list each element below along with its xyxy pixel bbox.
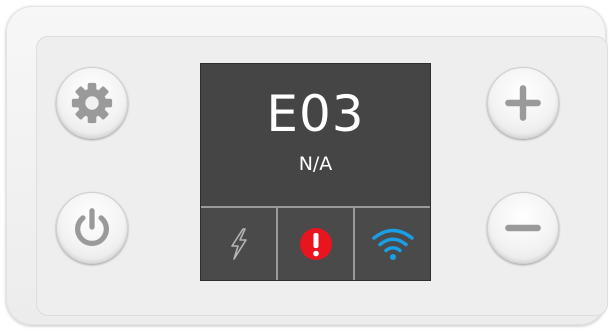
exclamation-icon (299, 228, 332, 260)
lightning-bolt-icon (230, 228, 247, 260)
lcd-display: E03 N/A (200, 63, 431, 281)
wifi-icon (371, 228, 414, 260)
status-cell-wifi (355, 208, 430, 280)
power-icon (75, 208, 109, 246)
status-cell-alert (278, 208, 355, 280)
status-subtext: N/A (298, 153, 333, 175)
decrease-button[interactable] (487, 192, 559, 264)
plus-icon (505, 85, 541, 121)
minus-icon (505, 224, 541, 232)
increase-button[interactable] (487, 67, 559, 139)
status-bar (201, 206, 430, 280)
settings-button[interactable] (56, 67, 128, 139)
power-button[interactable] (56, 192, 128, 264)
status-cell-power (201, 208, 278, 280)
gear-icon (71, 82, 113, 124)
error-code: E03 (266, 85, 365, 143)
